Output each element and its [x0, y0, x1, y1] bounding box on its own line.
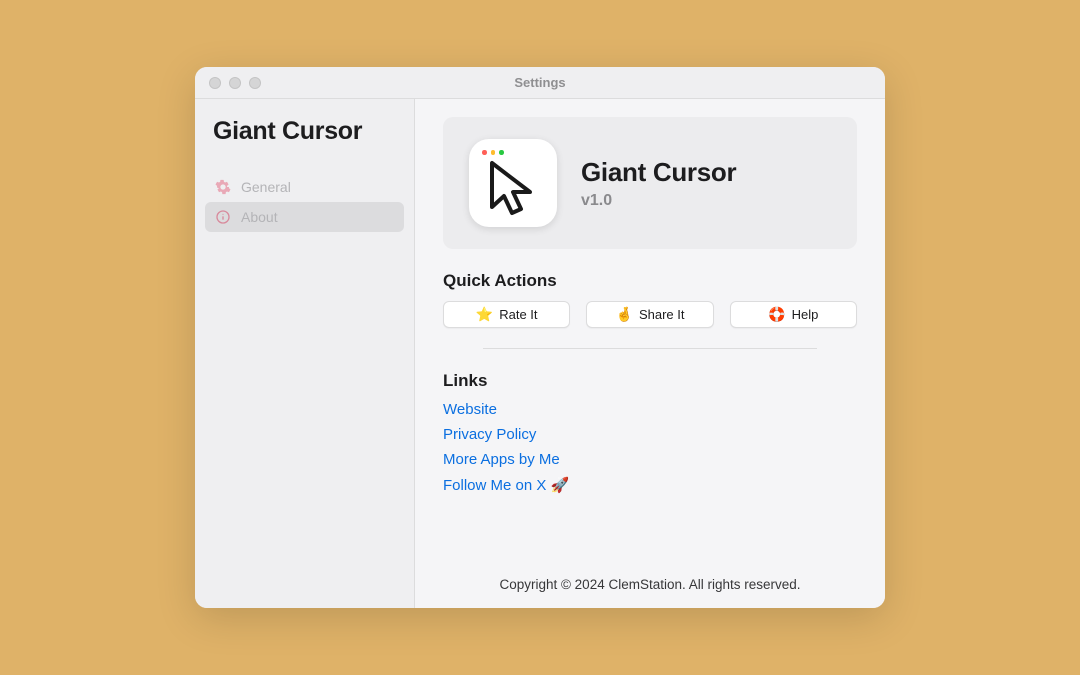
app-name: Giant Cursor	[581, 157, 736, 188]
quick-actions-title: Quick Actions	[443, 271, 857, 291]
app-icon	[469, 139, 557, 227]
sidebar-item-label: About	[241, 209, 278, 225]
links-list: Website Privacy Policy More Apps by Me F…	[443, 401, 857, 494]
cursor-icon	[486, 159, 544, 221]
traffic-lights	[195, 77, 261, 89]
gear-icon	[215, 179, 231, 195]
more-apps-link[interactable]: More Apps by Me	[443, 451, 857, 468]
privacy-policy-link[interactable]: Privacy Policy	[443, 426, 857, 443]
rate-it-button[interactable]: ⭐ Rate It	[443, 301, 570, 328]
help-button[interactable]: 🛟 Help	[730, 301, 857, 328]
fingers-crossed-icon: 🤞	[616, 306, 633, 323]
button-label: Rate It	[499, 307, 537, 322]
sidebar-item-label: General	[241, 179, 291, 195]
follow-x-link[interactable]: Follow Me on X 🚀	[443, 476, 857, 494]
maximize-button[interactable]	[249, 77, 261, 89]
sidebar-item-about[interactable]: About	[205, 202, 404, 232]
info-icon	[215, 209, 231, 225]
copyright-text: Copyright © 2024 ClemStation. All rights…	[443, 565, 857, 592]
window-body: Giant Cursor General About	[195, 99, 885, 608]
share-it-button[interactable]: 🤞 Share It	[586, 301, 713, 328]
app-icon-traffic-dots	[482, 150, 504, 155]
button-label: Help	[792, 307, 819, 322]
window-title: Settings	[514, 75, 565, 90]
quick-actions-row: ⭐ Rate It 🤞 Share It 🛟 Help	[443, 301, 857, 328]
main-content: Giant Cursor v1.0 Quick Actions ⭐ Rate I…	[415, 99, 885, 608]
star-icon: ⭐	[476, 306, 493, 323]
divider	[483, 348, 817, 349]
sidebar-app-name: Giant Cursor	[205, 117, 404, 146]
minimize-button[interactable]	[229, 77, 241, 89]
links-title: Links	[443, 371, 857, 391]
app-card: Giant Cursor v1.0	[443, 117, 857, 249]
app-info: Giant Cursor v1.0	[581, 157, 736, 210]
website-link[interactable]: Website	[443, 401, 857, 418]
settings-window: Settings Giant Cursor General	[195, 67, 885, 608]
app-version: v1.0	[581, 192, 736, 210]
button-label: Share It	[639, 307, 685, 322]
lifebuoy-icon: 🛟	[768, 306, 785, 323]
sidebar-item-general[interactable]: General	[205, 172, 404, 202]
sidebar: Giant Cursor General About	[195, 99, 415, 608]
close-button[interactable]	[209, 77, 221, 89]
titlebar: Settings	[195, 67, 885, 99]
